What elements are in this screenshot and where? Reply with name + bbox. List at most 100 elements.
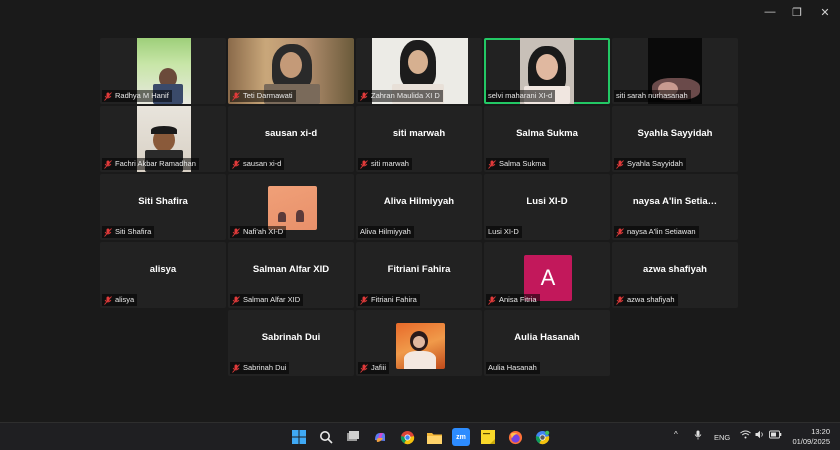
participant-display-name: Lusi XI-D [526, 196, 568, 207]
participant-display-name: Sabrinah Dui [261, 332, 321, 343]
microphone-muted-icon [616, 227, 624, 237]
participant-name: Lusi XI-D [488, 227, 519, 236]
participant-name: Zahran Maulida XI D [371, 91, 440, 100]
chrome-icon[interactable] [398, 428, 416, 446]
participant-tile[interactable]: Jafiii [356, 310, 482, 376]
participant-tile[interactable]: Zahran Maulida XI D [356, 38, 482, 104]
participant-tile[interactable]: Teti Darmawati [228, 38, 354, 104]
participant-tile-active-speaker[interactable]: selvi maharani XI-d [484, 38, 610, 104]
participant-tile[interactable]: sausan xi-d sausan xi-d [228, 106, 354, 172]
window-titlebar: — ❐ ✕ [0, 0, 840, 24]
participant-name-label: Teti Darmawati [230, 90, 296, 102]
microphone-muted-icon [360, 91, 368, 101]
profile-picture [396, 323, 445, 369]
zoom-icon[interactable]: zm [452, 428, 470, 446]
participant-name: sausan xi-d [243, 159, 282, 168]
participant-tile[interactable]: Aulia Hasanah Aulia Hasanah [484, 310, 610, 376]
participant-name: Aulia Hasanah [488, 363, 537, 372]
participant-name: Salman Alfar XID [243, 295, 301, 304]
close-button[interactable]: ✕ [813, 2, 837, 22]
language-indicator[interactable]: ENG [714, 433, 730, 442]
participant-name: Siti Shafira [115, 227, 152, 236]
participant-name: azwa shafiyah [627, 295, 675, 304]
clock-time: 13:20 [811, 427, 830, 436]
tray-overflow-chevron-icon[interactable]: ^ [674, 430, 678, 439]
participant-display-name: sausan xi-d [264, 128, 318, 139]
microphone-muted-icon [232, 91, 240, 101]
participant-name-label: Radhya M Hanif [102, 90, 172, 102]
participant-tile[interactable]: Nafi'ah XI-D [228, 174, 354, 240]
task-view-icon[interactable] [344, 428, 362, 446]
participant-display-name: alisya [149, 264, 177, 275]
microphone-muted-icon [360, 363, 368, 373]
minimize-button[interactable]: — [758, 2, 782, 22]
participant-name: Aliva Hilmiyyah [360, 227, 411, 236]
participant-name-label: alisya [102, 294, 138, 306]
search-icon[interactable] [317, 428, 335, 446]
taskbar-clock[interactable]: 13:20 01/09/2025 [792, 427, 830, 447]
participant-name-label: naysa A'lin Setiawan [614, 226, 699, 238]
participant-display-name: Siti Shafira [138, 196, 188, 207]
participant-tile[interactable]: Siti Shafira Siti Shafira [100, 174, 226, 240]
copilot-icon[interactable] [371, 428, 389, 446]
clock-date: 01/09/2025 [792, 437, 830, 446]
participant-tile[interactable]: Sabrinah Dui Sabrinah Dui [228, 310, 354, 376]
zoom-meeting-window: — ❐ ✕ Radhya M Hanif Teti Darmawati Zahr… [0, 0, 840, 450]
file-explorer-icon[interactable] [425, 428, 443, 446]
participant-name: Teti Darmawati [243, 91, 293, 100]
chrome-dev-icon[interactable] [533, 428, 551, 446]
microphone-muted-icon [616, 159, 624, 169]
participant-tile[interactable]: A Anisa Fitria [484, 242, 610, 308]
participant-display-name: azwa shafiyah [643, 264, 707, 275]
participant-tile[interactable]: alisya alisya [100, 242, 226, 308]
participant-tile[interactable]: siti marwah siti marwah [356, 106, 482, 172]
participant-name: selvi maharani XI-d [488, 91, 553, 100]
participant-name-label: Sabrinah Dui [230, 362, 290, 374]
participant-name-label: Zahran Maulida XI D [358, 90, 443, 102]
participant-tile[interactable]: Radhya M Hanif [100, 38, 226, 104]
participant-tile[interactable]: Salma Sukma Salma Sukma [484, 106, 610, 172]
windows-start-icon[interactable] [290, 428, 308, 446]
participant-tile[interactable]: Aliva Hilmiyyah Aliva Hilmiyyah [356, 174, 482, 240]
participant-tile[interactable]: azwa shafiyah azwa shafiyah [612, 242, 738, 308]
microphone-muted-icon [104, 91, 112, 101]
participant-tile[interactable]: Lusi XI-D Lusi XI-D [484, 174, 610, 240]
microphone-muted-icon [232, 295, 240, 305]
participant-name-label: Salman Alfar XID [230, 294, 304, 306]
participant-display-name: naysa A'lin Setia… [632, 196, 718, 207]
microphone-muted-icon [232, 363, 240, 373]
participant-name: Anisa Fitria [499, 295, 537, 304]
maximize-button[interactable]: ❐ [785, 2, 809, 22]
participant-name-label: Fachri Akbar Ramadhan [102, 158, 199, 170]
battery-icon[interactable] [769, 430, 782, 441]
participant-display-name: siti marwah [392, 128, 446, 139]
participant-name: alisya [115, 295, 135, 304]
sticky-notes-icon[interactable] [479, 428, 497, 446]
microphone-muted-icon [232, 227, 240, 237]
microphone-muted-icon [360, 295, 368, 305]
microphone-muted-icon [232, 159, 240, 169]
speaker-icon[interactable] [755, 430, 765, 441]
microphone-icon[interactable] [694, 430, 702, 442]
participant-tile[interactable]: Fachri Akbar Ramadhan [100, 106, 226, 172]
microphone-muted-icon [616, 295, 624, 305]
participant-tile[interactable]: naysa A'lin Setia… naysa A'lin Setiawan [612, 174, 738, 240]
microphone-muted-icon [488, 295, 496, 305]
participant-name-label: Aulia Hasanah [486, 362, 540, 374]
participant-name-label: Nafi'ah XI-D [230, 226, 287, 238]
participant-tile[interactable]: Syahla Sayyidah Syahla Sayyidah [612, 106, 738, 172]
participant-tile[interactable]: Salman Alfar XID Salman Alfar XID [228, 242, 354, 308]
participant-display-name: Aulia Hasanah [514, 332, 580, 343]
wifi-icon[interactable] [740, 430, 751, 441]
participant-name-label: Jafiii [358, 362, 390, 374]
firefox-icon[interactable] [506, 428, 524, 446]
participant-name: naysa A'lin Setiawan [627, 227, 696, 236]
participant-name-label: Anisa Fitria [486, 294, 540, 306]
microphone-muted-icon [104, 159, 112, 169]
windows-taskbar: zm ^ ENG 13:20 01/09/2025 [0, 422, 840, 450]
participant-name-label: selvi maharani XI-d [486, 90, 556, 102]
participant-tile[interactable]: Fitriani Fahira Fitriani Fahira [356, 242, 482, 308]
participant-name: Fitriani Fahira [371, 295, 417, 304]
participant-tile[interactable]: siti sarah nurhasanah [612, 38, 738, 104]
participant-name-label: siti sarah nurhasanah [614, 90, 691, 102]
